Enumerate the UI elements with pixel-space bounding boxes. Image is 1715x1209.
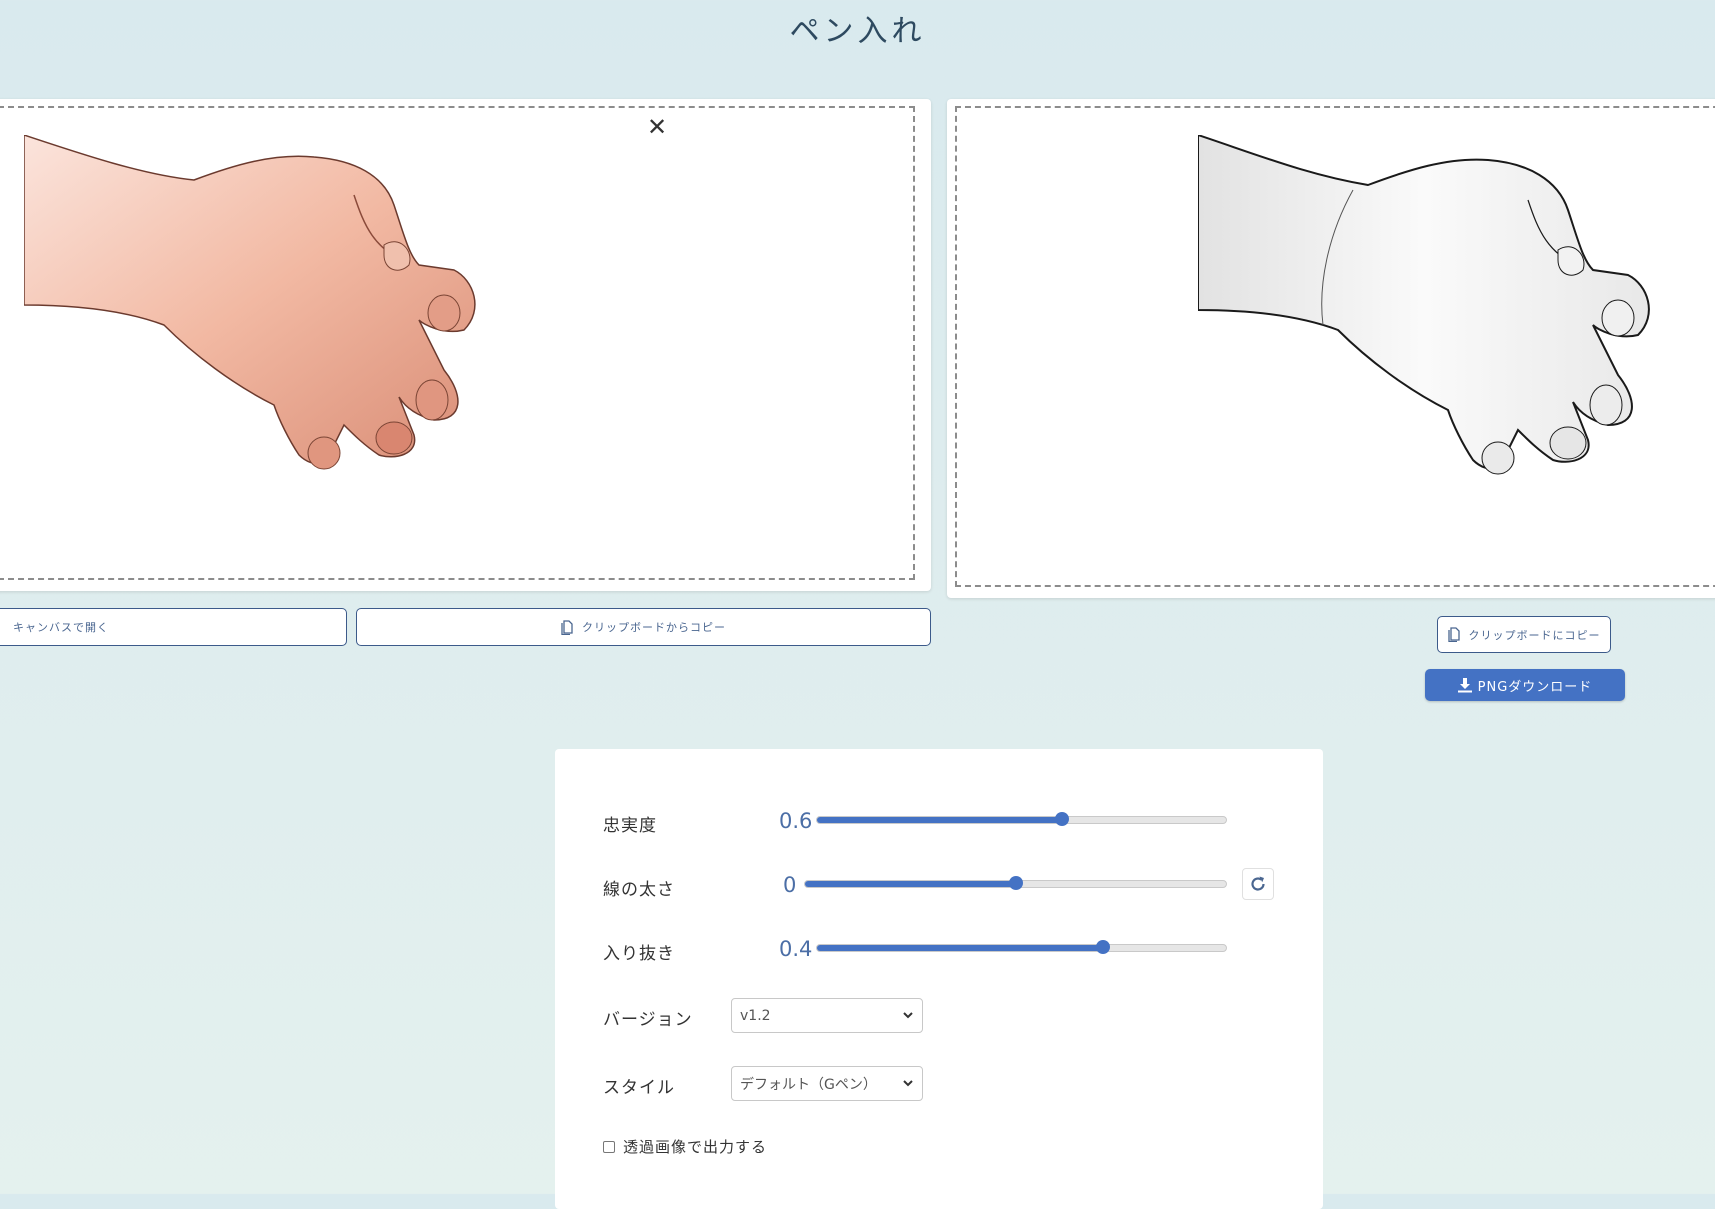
copy-to-clipboard-button[interactable]: クリップボードにコピー	[1437, 616, 1611, 653]
taper-slider-fill	[817, 945, 1104, 951]
line-width-slider-fill	[805, 881, 1016, 887]
version-selected: v1.2	[740, 1007, 771, 1024]
taper-slider[interactable]	[816, 940, 1227, 954]
transparent-output-option[interactable]: 透過画像で出力する	[603, 1136, 767, 1157]
line-width-label: 線の太さ	[603, 880, 675, 900]
paste-label: クリップボードからコピー	[582, 621, 726, 634]
download-label: PNGダウンロード	[1477, 679, 1593, 695]
document-icon	[1447, 627, 1460, 642]
open-canvas-button[interactable]: キャンバスで開く	[0, 608, 347, 646]
taper-label: 入り抜き	[603, 944, 675, 964]
page-title: ペン入れ	[789, 14, 926, 49]
fidelity-slider[interactable]	[816, 812, 1227, 826]
open-canvas-label: キャンバスで開く	[13, 621, 109, 634]
style-select[interactable]: デフォルト（Gペン）	[731, 1066, 923, 1101]
chevron-down-icon	[903, 1080, 913, 1087]
style-selected: デフォルト（Gペン）	[740, 1076, 877, 1093]
line-width-slider-thumb[interactable]	[1008, 876, 1023, 890]
document-icon	[561, 619, 573, 635]
paste-from-clipboard-button[interactable]: クリップボードからコピー	[356, 608, 931, 646]
input-hand-image	[24, 135, 476, 470]
download-icon	[1457, 677, 1472, 692]
line-width-value: 0	[783, 873, 797, 897]
fidelity-value: 0.6	[779, 809, 813, 833]
refresh-icon	[1251, 876, 1265, 891]
version-select[interactable]: v1.2	[731, 998, 923, 1033]
fidelity-slider-fill	[817, 817, 1063, 823]
version-label: バージョン	[603, 1010, 693, 1030]
taper-value: 0.4	[779, 937, 813, 961]
transparent-output-checkbox[interactable]	[603, 1140, 615, 1153]
fidelity-label: 忠実度	[603, 816, 657, 836]
line-width-slider[interactable]	[804, 876, 1227, 890]
style-label: スタイル	[603, 1078, 675, 1098]
close-icon[interactable]: ✕	[646, 115, 668, 139]
reset-line-width-button[interactable]	[1242, 868, 1274, 900]
transparent-output-label: 透過画像で出力する	[623, 1138, 768, 1156]
png-download-button[interactable]: PNGダウンロード	[1425, 669, 1625, 701]
chevron-down-icon	[903, 1012, 913, 1019]
copy-label: クリップボードにコピー	[1468, 628, 1601, 642]
fidelity-slider-thumb[interactable]	[1055, 812, 1070, 826]
output-lineart-image	[1198, 135, 1650, 475]
taper-slider-thumb[interactable]	[1096, 940, 1111, 954]
